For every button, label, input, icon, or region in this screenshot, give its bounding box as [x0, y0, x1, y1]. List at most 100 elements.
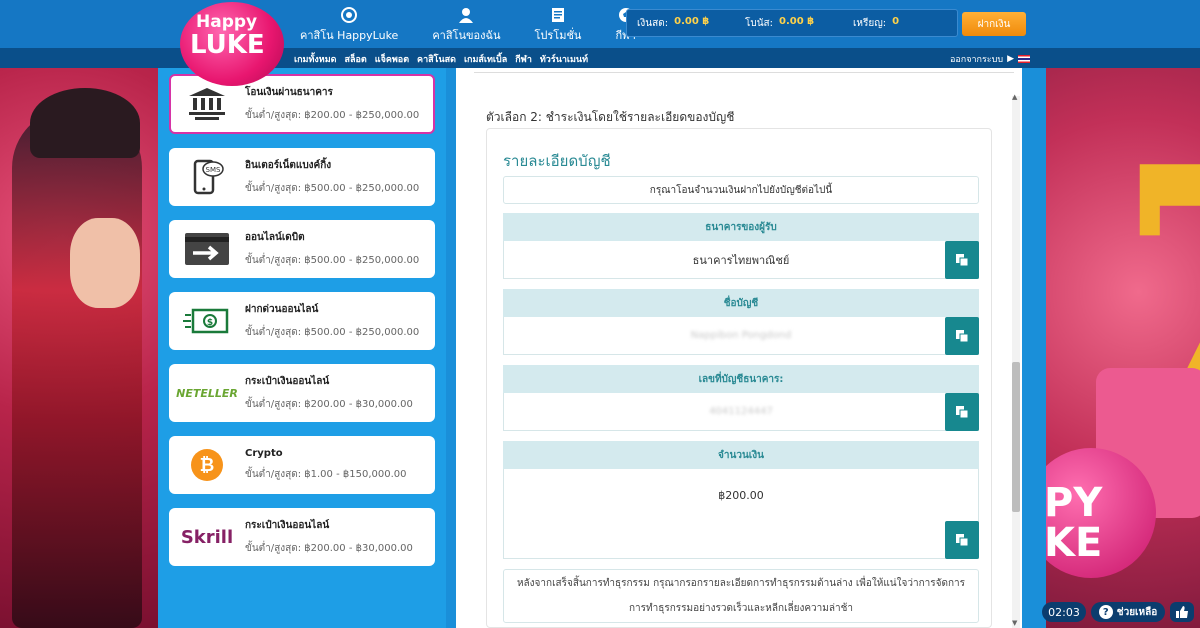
method-title: กระเป๋าเงินออนไลน์ — [245, 520, 330, 531]
bank-value-row: ธนาคารไทยพาณิชย์ — [503, 241, 979, 279]
skrill-logo: Skrill — [177, 510, 237, 564]
method-title: อินเตอร์เน็ตแบงค์กิ้ง — [245, 160, 332, 171]
thai-flag-icon[interactable] — [1018, 55, 1030, 63]
bank-label: ธนาคารของผู้รับ — [503, 213, 979, 241]
method-bank-transfer[interactable]: โอนเงินผ่านธนาคาร ขั้นต่ำ/สูงสุด: ฿200.0… — [169, 74, 435, 134]
main-nav: คาสิโน HappyLuke คาสิโนของฉัน โปรโมชั่น … — [300, 6, 636, 41]
copy-icon — [956, 406, 969, 419]
cash-label: เงินสด: — [637, 17, 669, 29]
method-skrill[interactable]: Skrill กระเป๋าเงินออนไลน์ ขั้นต่ำ/สูงสุด… — [169, 508, 435, 566]
thumbs-up-icon — [1176, 606, 1188, 618]
deposit-button[interactable]: ฝากเงิน — [962, 12, 1026, 36]
happyluke-logo[interactable]: Happy LUKE — [180, 2, 284, 86]
left-promo-art — [0, 68, 158, 628]
method-online-debit[interactable]: ออนไลน์เดบิต ขั้นต่ำ/สูงสุด: ฿500.00 - ฿… — [169, 220, 435, 278]
copy-account-number-button[interactable] — [945, 393, 979, 431]
svg-text:$: $ — [207, 318, 213, 328]
debit-card-arrow-icon — [177, 222, 237, 276]
svg-text:₿: ₿ — [200, 455, 215, 476]
help-label: ช่วยเหลือ — [1116, 606, 1158, 618]
ringmaster-figure — [12, 108, 142, 628]
sms-phone-icon: SMS — [177, 150, 237, 204]
sub-nav: เกมทั้งหมด สล็อต แจ็คพอต คาสิโนสด เกมส์เ… — [294, 52, 588, 66]
amount-row: ฿200.00 — [503, 469, 979, 559]
subnav-all-games[interactable]: เกมทั้งหมด — [294, 52, 337, 66]
bonus-label: โบนัส: — [745, 17, 774, 29]
nav-casino[interactable]: คาสิโน HappyLuke — [300, 6, 398, 41]
account-number-field: เลขที่บัญชีธนาคาร: 4041124447 — [503, 365, 979, 431]
method-range: ขั้นต่ำ/สูงสุด: ฿1.00 - ฿150,000.00 — [245, 469, 407, 480]
cash-value: 0.00 ฿ — [674, 15, 710, 27]
subnav-slots[interactable]: สล็อต — [345, 52, 367, 66]
subnav-jackpot[interactable]: แจ็คพอต — [375, 52, 409, 66]
deposit-details-panel: ตัวเลือก 2: ชำระเงินโดยใช้รายละเอียดของบ… — [456, 68, 1022, 628]
amount-field: จำนวนเงิน ฿200.00 — [503, 441, 979, 559]
amount-label: จำนวนเงิน — [503, 441, 979, 469]
method-fast-deposit[interactable]: $ ฝากด่วนออนไลน์ ขั้นต่ำ/สูงสุด: ฿500.00… — [169, 292, 435, 350]
promotion-document-icon — [549, 6, 567, 24]
copy-icon — [956, 330, 969, 343]
method-range: ขั้นต่ำ/สูงสุด: ฿500.00 - ฿250,000.00 — [245, 255, 420, 266]
nav-my-casino[interactable]: คาสิโนของฉัน — [432, 6, 501, 41]
divider — [474, 72, 1014, 73]
like-button[interactable] — [1170, 602, 1194, 622]
method-range: ขั้นต่ำ/สูงสุด: ฿500.00 - ฿250,000.00 — [245, 183, 420, 194]
wallet-cash: เงินสด: 0.00 ฿ — [637, 16, 731, 31]
option-title: ตัวเลือก 2: ชำระเงินโดยใช้รายละเอียดของบ… — [486, 110, 735, 124]
method-internet-banking[interactable]: SMS อินเตอร์เน็ตแบงค์กิ้ง ขั้นต่ำ/สูงสุด… — [169, 148, 435, 206]
subnav-sports[interactable]: กีฬา — [515, 52, 532, 66]
user-icon — [457, 6, 475, 24]
nav-promotions[interactable]: โปรโมชั่น — [535, 6, 581, 41]
right-promo-art: 7 PYKE — [1046, 68, 1200, 628]
play-arrow-icon: ▶ — [1007, 54, 1014, 64]
copy-account-name-button[interactable] — [945, 317, 979, 355]
session-timer: 02:03 — [1042, 602, 1086, 622]
subnav-table-games[interactable]: เกมส์เทเบิ้ล — [464, 52, 507, 66]
logo-text-luke: LUKE — [190, 30, 265, 60]
scroll-up-arrow-icon[interactable]: ▲ — [1012, 94, 1017, 101]
wallet-summary: เงินสด: 0.00 ฿ โบนัส: 0.00 ฿ เหรียญ: 0 — [626, 9, 958, 37]
account-number-value: 4041124447 — [709, 406, 773, 417]
post-note-line2: การทำธุรกรรมอย่างรวดเร็วและหลีกเลี่ยงควา… — [628, 603, 854, 614]
bitcoin-icon: ₿ — [177, 438, 237, 492]
logout-link[interactable]: ออกจากระบบ ▶ — [950, 52, 1030, 66]
wallet-coins: เหรียญ: 0 — [853, 16, 947, 31]
neteller-logo: NETELLER — [176, 366, 238, 420]
coins-label: เหรียญ: — [853, 17, 887, 29]
bank-value: ธนาคารไทยพาณิชย์ — [692, 253, 790, 267]
svg-text:SMS: SMS — [206, 166, 221, 174]
subnav-tournaments[interactable]: ทัวร์นาเมนท์ — [540, 52, 588, 66]
card-title: รายละเอียดบัญชี — [503, 152, 611, 170]
fast-cash-icon: $ — [177, 294, 237, 348]
copy-bank-button[interactable] — [945, 241, 979, 279]
copy-amount-button[interactable] — [945, 521, 979, 559]
logo-text-happy: Happy — [196, 12, 258, 32]
scroll-down-arrow-icon[interactable]: ▼ — [1012, 620, 1017, 627]
skrill-logo-text: Skrill — [180, 526, 234, 548]
neteller-logo-text: NETELLER — [176, 386, 238, 400]
amount-value: ฿200.00 — [718, 489, 764, 502]
method-title: โอนเงินผ่านธนาคาร — [245, 87, 333, 98]
transfer-notice: กรุณาโอนจำนวนเงินฝากไปยังบัญชีต่อไปนี้ — [503, 176, 979, 204]
account-name-row: Nappibon Pongdond — [503, 317, 979, 355]
method-neteller[interactable]: NETELLER กระเป๋าเงินออนไลน์ ขั้นต่ำ/สูงส… — [169, 364, 435, 422]
method-title: ออนไลน์เดบิต — [245, 232, 305, 243]
content-scrollbar[interactable]: ▲ ▼ — [1010, 94, 1020, 628]
scrollbar-thumb[interactable] — [1012, 362, 1020, 512]
account-name-value: Nappibon Pongdond — [690, 330, 792, 341]
payment-methods-panel: โอนเงินผ่านธนาคาร ขั้นต่ำ/สูงสุด: ฿200.0… — [158, 68, 446, 628]
bank-field: ธนาคารของผู้รับ ธนาคารไทยพาณิชย์ — [503, 213, 979, 279]
account-number-label: เลขที่บัญชีธนาคาร: — [503, 365, 979, 393]
logo-ball-text: PY KE — [1046, 480, 1103, 566]
account-details-card: รายละเอียดบัญชี กรุณาโอนจำนวนเงินฝากไปยั… — [486, 128, 992, 628]
wallet-bonus: โบนัส: 0.00 ฿ — [745, 16, 839, 31]
method-range: ขั้นต่ำ/สูงสุด: ฿200.00 - ฿250,000.00 — [245, 110, 420, 121]
help-button[interactable]: ? ช่วยเหลือ — [1091, 602, 1165, 622]
copy-icon — [956, 534, 969, 547]
method-crypto[interactable]: ₿ Crypto ขั้นต่ำ/สูงสุด: ฿1.00 - ฿150,00… — [169, 436, 435, 494]
subnav-live-casino[interactable]: คาสิโนสด — [417, 52, 456, 66]
question-icon: ? — [1098, 605, 1113, 619]
coins-value: 0 — [892, 15, 900, 27]
character-face — [70, 218, 140, 308]
top-hat — [30, 88, 140, 158]
